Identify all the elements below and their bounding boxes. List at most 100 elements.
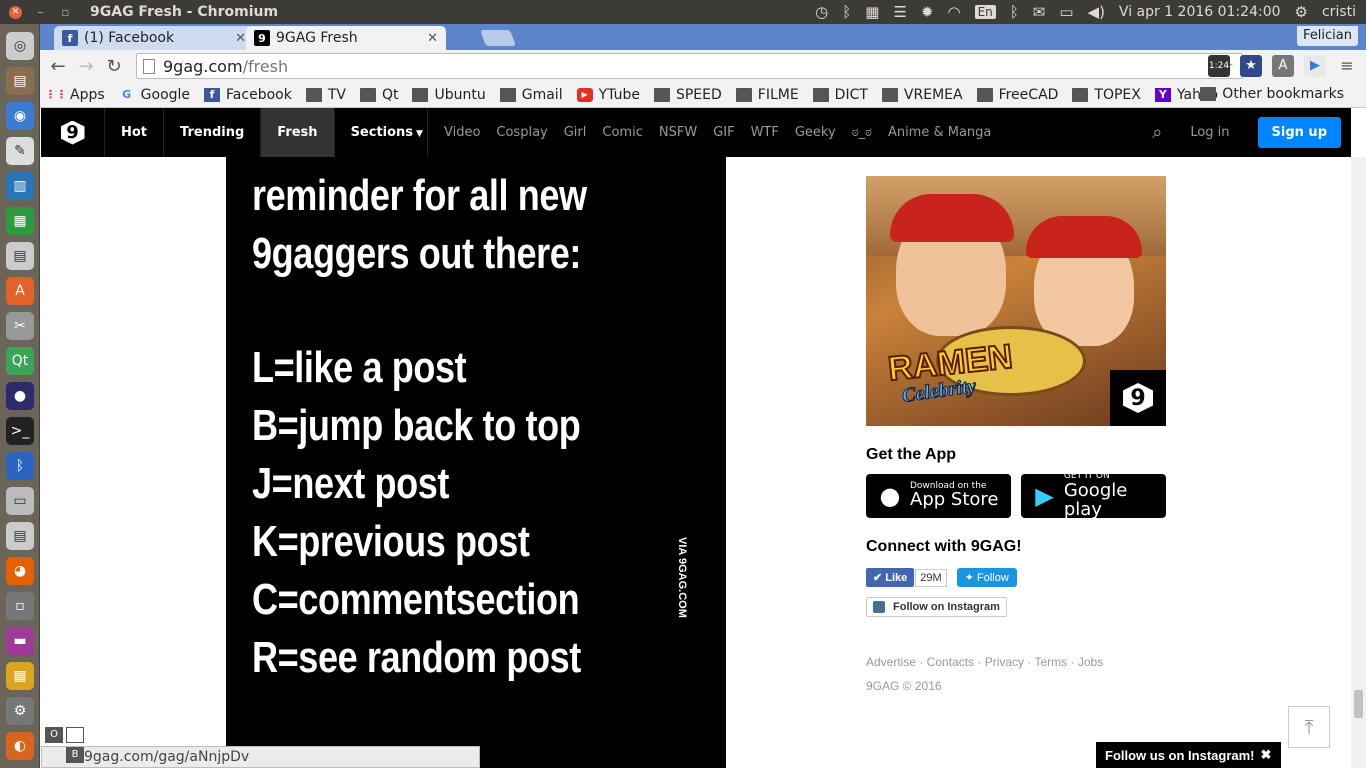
- nav-trending[interactable]: Trending: [164, 108, 262, 157]
- screen-icon[interactable]: ▬: [6, 627, 34, 655]
- tab-facebook[interactable]: f (1) Facebook ✕: [54, 26, 254, 50]
- back-icon[interactable]: ←: [44, 56, 72, 77]
- instagram-toast[interactable]: Follow us on Instagram! ✖: [1096, 742, 1281, 768]
- google-play-button[interactable]: ▶ GET IT ON Google play: [1021, 471, 1166, 519]
- signup-button[interactable]: Sign up: [1257, 117, 1341, 148]
- bluetooth-app-icon[interactable]: ᛒ: [6, 452, 34, 480]
- scrollbar-thumb[interactable]: [1354, 690, 1363, 718]
- tab-9gag-fresh[interactable]: 9 9GAG Fresh ✕: [246, 26, 446, 50]
- section-video[interactable]: Video: [436, 125, 488, 140]
- text-editor-icon[interactable]: ✎: [6, 137, 34, 165]
- menu-icon[interactable]: ≡: [1336, 55, 1358, 77]
- section-wtf[interactable]: WTF: [743, 125, 787, 140]
- chromium-icon[interactable]: ◉: [6, 102, 34, 130]
- clock[interactable]: Vi apr 1 2016 01:24:00: [1119, 4, 1281, 20]
- bookmark-folder-speed[interactable]: SPEED: [653, 87, 722, 103]
- settings-gear-icon[interactable]: ⚙: [1295, 3, 1308, 21]
- keyboard-language[interactable]: En: [974, 5, 996, 19]
- bluetooth-indicator-icon[interactable]: ᛒ: [1010, 3, 1019, 21]
- new-tab-button[interactable]: [480, 30, 516, 46]
- app-store-button[interactable]: ● Download on the App Store: [866, 474, 1011, 518]
- bookmark-folder-tv[interactable]: TV: [305, 87, 346, 103]
- nav-hot[interactable]: Hot: [105, 108, 165, 157]
- bookmark-folder-freecad[interactable]: FreeCAD: [976, 87, 1058, 103]
- back-to-top-button[interactable]: ⤒: [1288, 706, 1330, 748]
- bookmark-facebook[interactable]: f Facebook: [204, 87, 292, 103]
- list-menu-icon[interactable]: ☰: [893, 3, 906, 21]
- bookmark-folder-topex[interactable]: TOPEX: [1072, 87, 1141, 103]
- workspaces-icon[interactable]: ▦: [865, 3, 879, 21]
- user-name[interactable]: cristi: [1322, 4, 1356, 20]
- tab-close-icon[interactable]: ✕: [427, 31, 438, 46]
- bookmark-folder-dict[interactable]: DICT: [812, 87, 868, 103]
- settings-app-icon[interactable]: ⚙: [6, 697, 34, 725]
- facebook-like-button[interactable]: ✔ Like: [866, 568, 915, 587]
- clock-app-icon[interactable]: ◷: [815, 3, 828, 21]
- section-geeky[interactable]: Geeky: [787, 125, 844, 140]
- mail-icon[interactable]: ✉: [1033, 3, 1046, 21]
- software-center-icon[interactable]: A: [6, 277, 34, 305]
- search-icon[interactable]: ⌕: [1152, 122, 1162, 143]
- forward-icon[interactable]: →: [72, 56, 100, 77]
- footer-links[interactable]: Advertise · Contacts · Privacy · Terms ·…: [866, 655, 1166, 669]
- section-gif[interactable]: GIF: [705, 125, 742, 140]
- ig-follow-label: Follow on Instagram: [893, 601, 1000, 613]
- dash-icon[interactable]: ◎: [6, 32, 34, 60]
- 9gag-logo[interactable]: 9: [41, 108, 105, 157]
- section-girl[interactable]: Girl: [556, 125, 595, 140]
- play-extension-icon[interactable]: ▶: [1304, 55, 1326, 77]
- section-anime-manga[interactable]: Anime & Manga: [880, 125, 999, 140]
- bookmark-google[interactable]: G Google: [119, 87, 190, 103]
- calc-icon[interactable]: ▦: [6, 207, 34, 235]
- window-maximize-icon[interactable]: ▫: [59, 5, 72, 19]
- font-extension-icon[interactable]: A: [1272, 55, 1294, 77]
- documents-icon[interactable]: ▤: [6, 242, 34, 270]
- drive-icon[interactable]: ▭: [6, 487, 34, 515]
- bookmark-folder-vremea[interactable]: VREMEA: [881, 87, 963, 103]
- bluetooth-icon[interactable]: ᛒ: [842, 3, 851, 21]
- bookmark-apps[interactable]: ⋮⋮ Apps: [45, 87, 105, 103]
- page-scrollbar[interactable]: [1351, 157, 1366, 768]
- address-bar[interactable]: 9gag.com /fresh ☆: [136, 53, 1243, 79]
- wifi-icon[interactable]: ◠: [947, 3, 960, 21]
- clock-extension-icon[interactable]: 1:24: [1208, 55, 1230, 77]
- other-bookmarks[interactable]: Other bookmarks: [1200, 86, 1344, 102]
- nav-fresh[interactable]: Fresh: [261, 108, 335, 157]
- system-tools-icon[interactable]: ✂: [6, 312, 34, 340]
- section-cosplay[interactable]: Cosplay: [488, 125, 555, 140]
- bookmark-folder-gmail[interactable]: Gmail: [499, 87, 563, 103]
- bookmark-extension-icon[interactable]: ★: [1240, 55, 1262, 77]
- twitter-follow-button[interactable]: ✦ Follow: [956, 568, 1017, 587]
- bookmark-ytube[interactable]: ▶ YTube: [576, 87, 640, 103]
- tab-close-icon[interactable]: ✕: [235, 31, 246, 46]
- close-icon[interactable]: ✖: [1261, 747, 1272, 763]
- ramen-celebrity-ad[interactable]: RAMEN Celebrity 9: [866, 176, 1166, 426]
- bookmark-folder-ubuntu[interactable]: Ubuntu: [412, 87, 486, 103]
- writer-icon[interactable]: ▥: [6, 172, 34, 200]
- post-image[interactable]: reminder for all new 9gaggers out there:…: [226, 157, 726, 768]
- terminal-icon[interactable]: >_: [6, 417, 34, 445]
- section-comic[interactable]: Comic: [594, 125, 650, 140]
- archive-icon[interactable]: ▤: [6, 522, 34, 550]
- qt-creator-icon[interactable]: Qt: [6, 347, 34, 375]
- nav-sections[interactable]: Sections ▼: [335, 108, 428, 157]
- window-close-icon[interactable]: ✕: [9, 5, 22, 19]
- instagram-follow-button[interactable]: Follow on Instagram: [866, 597, 1007, 617]
- ubuntu-one-icon[interactable]: ◐: [6, 732, 34, 760]
- bookmark-folder-qt[interactable]: Qt: [359, 87, 398, 103]
- firefox-icon[interactable]: ◕: [6, 557, 34, 585]
- login-link[interactable]: Log in: [1190, 125, 1229, 140]
- section-nsfw[interactable]: NSFW: [651, 125, 705, 140]
- window-minimize-icon[interactable]: –: [34, 5, 47, 19]
- battery-icon[interactable]: ▭: [1059, 3, 1073, 21]
- brightness-icon[interactable]: ✹: [921, 3, 934, 21]
- eclipse-icon[interactable]: ●: [6, 382, 34, 410]
- volume-icon[interactable]: ◀): [1088, 3, 1105, 21]
- window-icon[interactable]: ▫: [6, 592, 34, 620]
- reload-icon[interactable]: ↻: [100, 56, 128, 77]
- profile-button[interactable]: Felician: [1297, 26, 1358, 46]
- section-look-of-disapproval[interactable]: ಠ_ಠ: [844, 125, 880, 140]
- workspace-switcher-icon[interactable]: ▦: [6, 662, 34, 690]
- bookmark-folder-filme[interactable]: FILME: [735, 87, 799, 103]
- files-icon[interactable]: ▤: [6, 67, 34, 95]
